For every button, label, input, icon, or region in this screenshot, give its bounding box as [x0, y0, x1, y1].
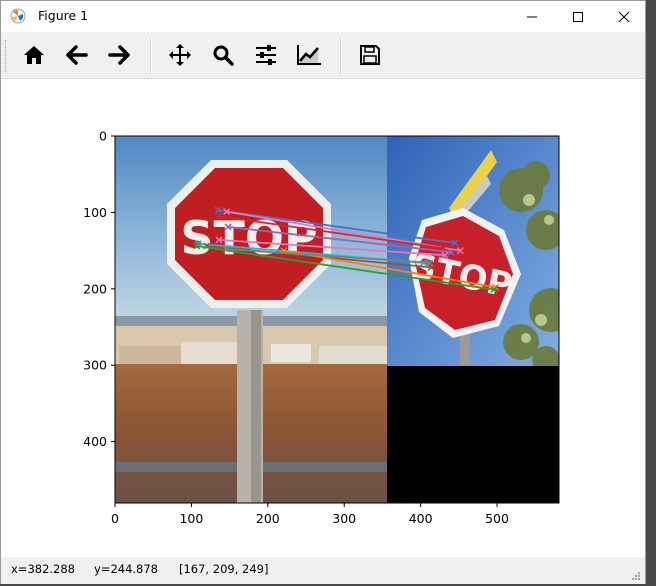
sliders-icon [256, 45, 276, 65]
home-icon [24, 46, 44, 64]
y-tick-label: 200 [83, 281, 107, 296]
close-icon [618, 11, 630, 22]
y-coordinate: y=244.878 [94, 562, 158, 576]
toolbar-grip[interactable] [5, 40, 9, 72]
move-arrows-icon [169, 44, 191, 66]
pixel-value: [167, 209, 249] [179, 562, 269, 576]
maximize-icon [573, 11, 583, 22]
home-button[interactable] [17, 37, 51, 73]
status-bar: x=382.288 y=244.878 [167, 209, 249] [1, 557, 645, 584]
y-tick-label: 300 [83, 358, 107, 373]
x-tick-label: 300 [332, 511, 356, 526]
maximize-button[interactable] [555, 1, 601, 32]
x-tick-label: 0 [111, 511, 119, 526]
resize-grip-icon[interactable] [631, 571, 641, 581]
x-tick-label: 100 [179, 511, 203, 526]
y-tick-label: 100 [83, 205, 107, 220]
y-tick-label: 0 [99, 129, 107, 144]
x-tick-label: 200 [256, 511, 280, 526]
close-button[interactable] [601, 1, 647, 32]
back-button[interactable] [60, 37, 94, 73]
window-title: Figure 1 [38, 8, 89, 23]
y-tick-label: 400 [83, 434, 107, 449]
x-coordinate: x=382.288 [11, 562, 75, 576]
arrow-right-icon [108, 45, 130, 65]
title-bar[interactable]: Figure 1 [1, 1, 645, 32]
padding-region [387, 366, 559, 503]
axes[interactable]: STOP STOP 0 100 200 300 400 500010020030… [1, 80, 645, 556]
line-chart-icon [297, 45, 321, 65]
configure-subplots-button[interactable] [249, 37, 283, 73]
toolbar-separator [340, 38, 342, 74]
x-tick-label: 500 [485, 511, 509, 526]
save-button[interactable] [353, 37, 387, 73]
forward-button[interactable] [102, 37, 136, 73]
pan-button[interactable] [163, 37, 197, 73]
minimize-button[interactable] [509, 1, 555, 32]
x-tick-label: 400 [409, 511, 433, 526]
arrow-left-icon [66, 45, 88, 65]
magnifier-icon [213, 45, 234, 66]
toolbar-separator [150, 38, 152, 74]
floppy-disk-icon [360, 45, 380, 65]
matplotlib-app-icon [10, 8, 26, 24]
figure-window: Figure 1 STOP STOP 0 100 200 300 400 500… [0, 0, 646, 584]
left-image: STOP [115, 136, 387, 503]
minimize-icon [527, 16, 537, 17]
edit-axis-button[interactable] [292, 37, 326, 73]
right-image: STOP [387, 136, 559, 366]
svg-text:STOP: STOP [180, 211, 317, 265]
navigation-toolbar [1, 32, 645, 79]
figure-canvas[interactable]: STOP STOP 0 100 200 300 400 500 0 100 20… [1, 80, 645, 556]
zoom-button[interactable] [206, 37, 240, 73]
